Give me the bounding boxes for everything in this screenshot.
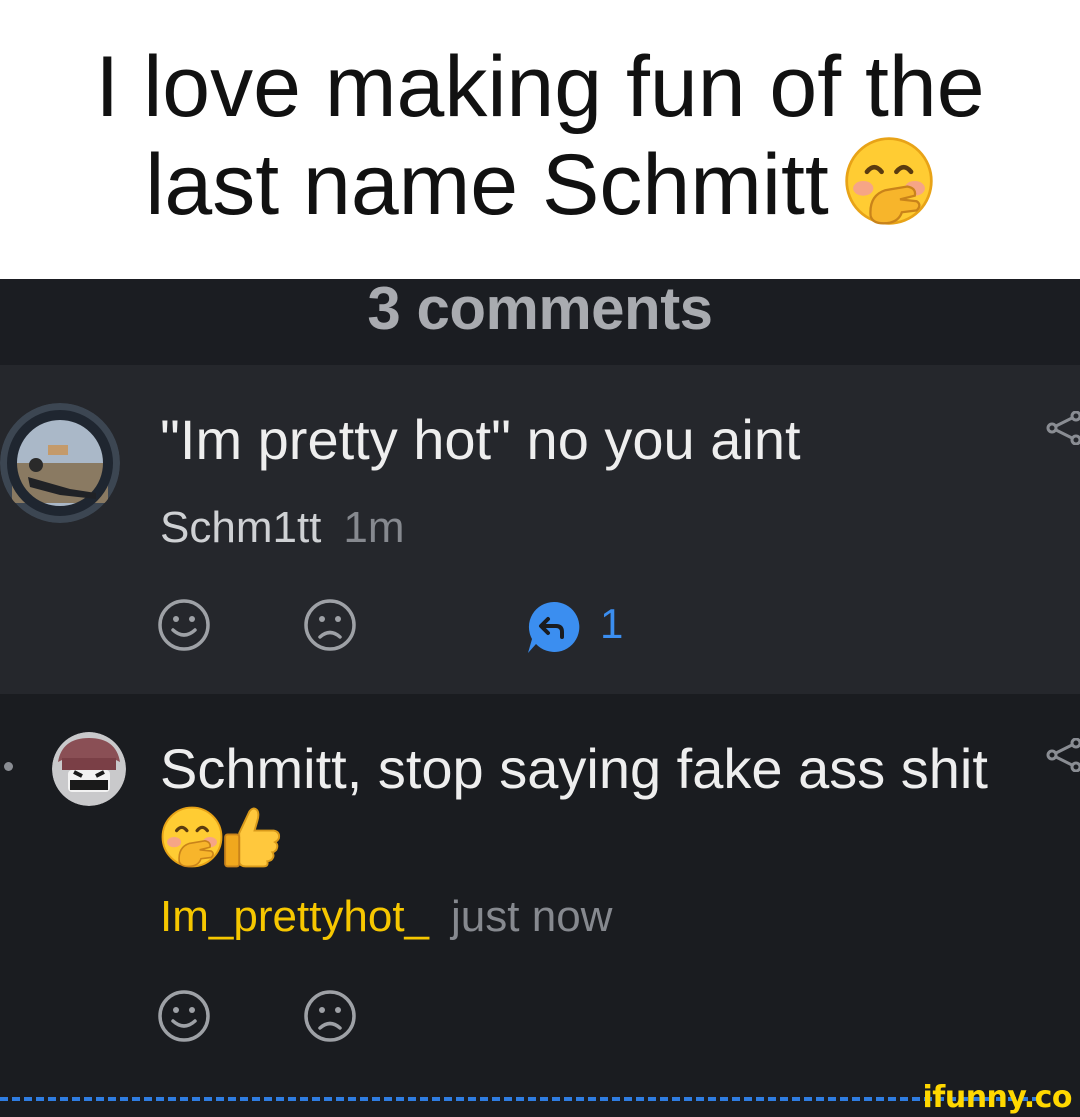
comment-author[interactable]: Im_prettyhot_ <box>160 892 429 941</box>
comments-count-label: 3 comments <box>367 275 713 342</box>
share-icon[interactable] <box>1046 738 1080 772</box>
dashed-divider: ifunny.co <box>0 1080 1080 1117</box>
reply-icon[interactable] <box>526 599 582 655</box>
thread-dot <box>4 762 13 771</box>
comment-text: Schmitt, stop saying fake ass shit <box>160 737 988 800</box>
comment-text: "Im pretty hot" no you aint <box>160 408 801 471</box>
hand-over-mouth-emoji-icon <box>161 806 223 868</box>
thumbs-up-emoji-icon <box>224 807 281 868</box>
avatar-cartoon-icon <box>52 732 126 806</box>
share-icon[interactable] <box>1046 411 1080 445</box>
comment-author[interactable]: Schm1tt <box>160 503 321 552</box>
comment-time: 1m <box>343 503 405 552</box>
comment-meta: Schm1tt 1m <box>160 503 405 553</box>
smile-icon[interactable] <box>156 597 212 653</box>
comment-card[interactable]: "Im pretty hot" no you aint Schm1tt 1m 1 <box>0 365 1080 694</box>
watermark: ifunny.co <box>922 1080 1073 1115</box>
hand-over-mouth-emoji-icon <box>845 137 933 225</box>
comments-count-header: 3 comments <box>0 279 1080 365</box>
avatar-photo-icon <box>0 403 120 523</box>
frown-icon[interactable] <box>302 597 358 653</box>
reply-count[interactable]: 1 <box>600 599 623 649</box>
dashed-line <box>0 1097 1040 1101</box>
comment-time: just now <box>451 892 613 941</box>
avatar[interactable] <box>52 732 126 806</box>
comment-card[interactable]: Schmitt, stop saying fake ass shit Im_pr… <box>0 694 1080 1087</box>
meme-caption: I love making fun of the last name Schmi… <box>0 0 1080 279</box>
comment-text-wrap: Schmitt, stop saying fake ass shit <box>160 734 1020 875</box>
comment-meta: Im_prettyhot_ just now <box>160 892 612 942</box>
frown-icon[interactable] <box>302 988 358 1044</box>
avatar[interactable] <box>0 403 120 523</box>
caption-text-wrap: I love making fun of the last name Schmi… <box>60 38 1020 237</box>
smile-icon[interactable] <box>156 988 212 1044</box>
